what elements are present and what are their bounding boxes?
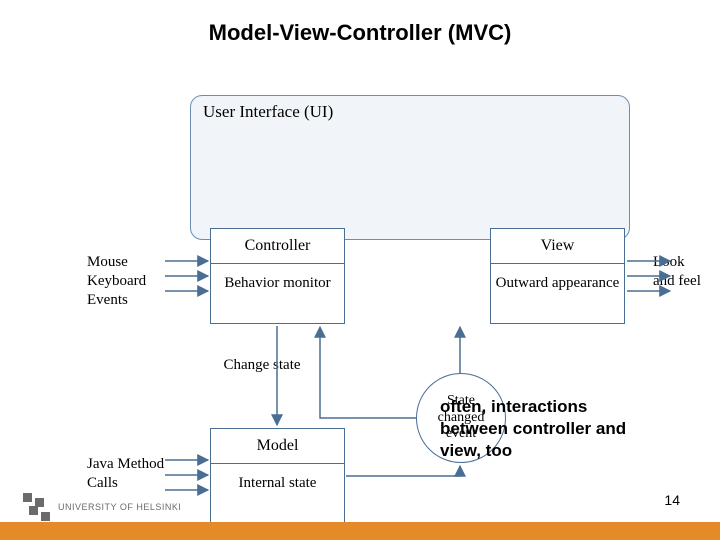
- ui-label: User Interface (UI): [203, 102, 333, 122]
- model-title: Model: [211, 429, 344, 464]
- controller-title: Controller: [211, 229, 344, 264]
- external-lookfeel-label: Look and feel: [653, 253, 703, 291]
- view-box: View Outward appearance: [490, 228, 625, 324]
- model-box: Model Internal state: [210, 428, 345, 524]
- change-state-label: Change state: [222, 356, 302, 374]
- footer-bar: [0, 522, 720, 540]
- external-inputs-label: Mouse Keyboard Events: [87, 253, 167, 309]
- controller-box: Controller Behavior monitor: [210, 228, 345, 324]
- university-logo: University of Helsinki: [22, 492, 181, 522]
- slide-title: Model-View-Controller (MVC): [0, 20, 720, 46]
- external-java-label: Java Method Calls: [87, 455, 167, 493]
- model-sub: Internal state: [211, 464, 344, 505]
- ui-container: User Interface (UI): [190, 95, 630, 240]
- university-name: University of Helsinki: [58, 502, 181, 512]
- logo-icon: [22, 492, 52, 522]
- view-title: View: [491, 229, 624, 264]
- mvc-diagram: User Interface (UI) Controller Behavior …: [90, 95, 660, 435]
- controller-sub: Behavior monitor: [211, 264, 344, 305]
- footnote-text: often, interactions between controller a…: [440, 396, 650, 462]
- view-sub: Outward appearance: [491, 264, 624, 305]
- page-number: 14: [664, 492, 680, 508]
